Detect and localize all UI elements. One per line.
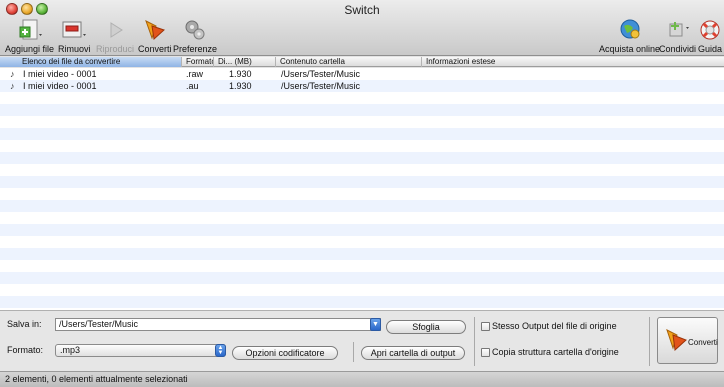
status-bar: 2 elementi, 0 elementi attualmente selez… [0, 371, 724, 387]
column-header-file-list[interactable]: Elenco dei file da convertire [0, 57, 182, 67]
format-value: .mp3 [60, 345, 81, 355]
gear-icon [185, 20, 205, 40]
convert-icon [144, 19, 165, 40]
table-row[interactable]: ♪ I miei video - 0001 .au 1.930 /Users/T… [0, 80, 724, 92]
file-name: I miei video - 0001 [23, 81, 97, 91]
table-row[interactable]: ♪ I miei video - 0001 .raw 1.930 /Users/… [0, 68, 724, 80]
row-stripe [0, 296, 724, 308]
remove-button[interactable]: Rimuovi [58, 18, 91, 54]
file-folder: /Users/Tester/Music [281, 69, 361, 79]
open-output-folder-button[interactable]: Apri cartella di output [361, 346, 465, 360]
separator [353, 342, 354, 362]
remove-label: Rimuovi [58, 44, 91, 54]
window-title: Switch [344, 3, 380, 17]
share-icon [669, 22, 689, 37]
help-label: Guida [697, 44, 723, 54]
file-format: .raw [186, 69, 204, 79]
audio-file-icon: ♪ [10, 69, 15, 79]
file-format: .au [186, 81, 199, 91]
audio-file-icon: ♪ [10, 81, 15, 91]
row-stripe [0, 92, 724, 104]
copy-structure-checkbox[interactable] [481, 348, 490, 357]
file-table-header: Elenco dei file da convertire Formato Di… [0, 57, 724, 67]
file-list[interactable]: ♪ I miei video - 0001 .raw 1.930 /Users/… [0, 67, 724, 310]
file-folder: /Users/Tester/Music [281, 81, 361, 91]
up-down-arrows-icon: ▲ ▼ [215, 344, 226, 357]
same-output-label: Stesso Output del file di origine [492, 321, 617, 331]
output-settings-panel: Salva in: /Users/Tester/Music ▼ Sfoglia … [0, 310, 724, 371]
row-stripe [0, 284, 724, 296]
file-name: I miei video - 0001 [23, 69, 97, 79]
buy-online-button[interactable]: Acquista online [599, 18, 660, 54]
row-stripe [0, 260, 724, 272]
format-select[interactable]: .mp3 ▲ ▼ [55, 344, 226, 357]
buy-online-label: Acquista online [599, 44, 661, 54]
preferences-label: Preferenze [173, 44, 218, 54]
convert-button-label: Converti [688, 338, 718, 347]
column-header-extended-info[interactable]: Informazioni estese [422, 57, 724, 67]
chevron-down-icon[interactable]: ▼ [370, 318, 381, 331]
play-label: Riproduci [96, 44, 135, 54]
add-file-icon [19, 19, 42, 40]
row-stripe [0, 176, 724, 188]
lifebuoy-icon [700, 20, 720, 40]
same-output-checkbox[interactable] [481, 322, 490, 331]
row-stripe [0, 200, 724, 212]
add-files-label: Aggiungi file [5, 44, 55, 54]
toolbar: Switch Aggiungi file Rimuovi Riproduci C… [0, 0, 724, 56]
switch-window: Switch Aggiungi file Rimuovi Riproduci C… [0, 0, 724, 387]
row-stripe [0, 248, 724, 260]
row-stripe [0, 236, 724, 248]
convert-button[interactable]: Converti [657, 317, 718, 364]
row-stripe [0, 116, 724, 128]
row-stripe [0, 140, 724, 152]
add-files-button[interactable]: Aggiungi file [5, 18, 54, 54]
row-stripe [0, 212, 724, 224]
separator [474, 317, 475, 366]
row-stripe [0, 188, 724, 200]
format-label: Formato: [7, 345, 44, 355]
convert-toolbar-button[interactable]: Converti [138, 18, 172, 54]
remove-file-icon [62, 21, 87, 38]
column-header-size[interactable]: Di... (MB) [214, 57, 276, 67]
row-stripe [0, 272, 724, 284]
row-stripe [0, 104, 724, 116]
row-stripe [0, 164, 724, 176]
separator [649, 317, 650, 366]
copy-structure-label: Copia struttura cartella d'origine [492, 347, 619, 357]
file-size: 1.930 [229, 69, 252, 79]
play-icon [110, 22, 123, 38]
convert-icon [666, 329, 687, 352]
row-stripe [0, 152, 724, 164]
save-path-value: /Users/Tester/Music [59, 319, 139, 329]
convert-label: Converti [138, 44, 172, 54]
share-button[interactable]: Condividi [659, 18, 696, 54]
row-stripe [0, 224, 724, 236]
save-path-combo[interactable]: /Users/Tester/Music ▼ [55, 318, 381, 331]
preferences-button[interactable]: Preferenze [173, 18, 217, 54]
column-header-format[interactable]: Formato [182, 57, 214, 67]
play-button[interactable]: Riproduci [96, 18, 134, 54]
column-header-folder[interactable]: Contenuto cartella [276, 57, 422, 67]
encoder-options-button[interactable]: Opzioni codificatore [232, 346, 338, 360]
share-label: Condividi [659, 44, 697, 54]
browse-button[interactable]: Sfoglia [386, 320, 466, 334]
file-size: 1.930 [229, 81, 252, 91]
row-stripe [0, 128, 724, 140]
save-in-label: Salva in: [7, 319, 42, 329]
help-button[interactable]: Guida [697, 18, 723, 54]
globe-icon [620, 19, 640, 39]
